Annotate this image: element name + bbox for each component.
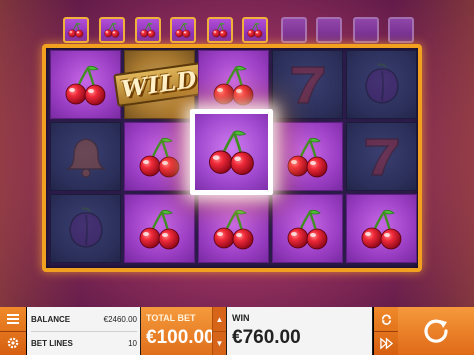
bell-icon [62, 133, 110, 181]
cherry-collection-bar [63, 14, 418, 44]
bet-increase-button[interactable]: ▲ [213, 307, 226, 332]
cherry-icon [62, 61, 110, 109]
cherry-icon [136, 205, 184, 253]
collection-slot-filled [242, 17, 268, 43]
gear-icon [7, 337, 19, 349]
autoplay-turbo-group [373, 307, 398, 355]
total-bet-label: TOTAL BET [146, 313, 196, 323]
collection-slot-empty [388, 17, 414, 43]
win-panel: WIN €760.00 [227, 307, 372, 355]
fast-forward-icon [379, 336, 393, 350]
spin-button[interactable] [398, 307, 474, 355]
spin-icon [424, 319, 448, 343]
reel-cell-seven [346, 122, 417, 191]
plum-icon [62, 205, 110, 253]
total-bet-value: €100.00 [146, 327, 215, 348]
balance-label: BALANCE [31, 314, 71, 324]
collection-slot-filled [63, 17, 89, 43]
cherry-icon [246, 21, 264, 39]
cherry-icon [284, 133, 332, 181]
cherry-icon [210, 61, 258, 109]
seven-icon [284, 61, 332, 109]
wild-label: WILD [113, 61, 206, 108]
reel-cell-plum [50, 194, 121, 263]
cherry-icon [174, 21, 192, 39]
cherry-icon [136, 133, 184, 181]
bet-decrease-button[interactable]: ▼ [213, 331, 226, 355]
autoplay-icon [381, 313, 391, 325]
bet-lines-label: BET LINES [31, 338, 73, 348]
collection-slot-filled [207, 17, 233, 43]
reel-cell-wild: WILD [113, 50, 206, 119]
balance-value: €2460.00 [103, 314, 137, 324]
cherry-icon [103, 21, 121, 39]
reel-cell-bell [50, 122, 121, 191]
cherry-icon [210, 205, 258, 253]
cherry-icon [284, 205, 332, 253]
plum-icon [358, 61, 406, 109]
reel-cell-cherry [272, 194, 343, 263]
menu-settings-group [0, 307, 27, 355]
cherry-icon [358, 205, 406, 253]
collection-slot-filled [135, 17, 161, 43]
collection-slot-filled [170, 17, 196, 43]
cherry-icon [205, 125, 259, 179]
turbo-button[interactable] [374, 331, 398, 355]
chevron-up-icon: ▲ [215, 314, 224, 324]
total-bet-panel: TOTAL BET €100.00 ▲ ▼ [141, 307, 226, 355]
bet-lines-row: BET LINES 10 [31, 331, 137, 355]
collection-slot-empty [316, 17, 342, 43]
collection-slot-empty [353, 17, 379, 43]
bet-lines-value: 10 [128, 338, 137, 348]
menu-button[interactable] [0, 307, 26, 332]
settings-button[interactable] [0, 331, 26, 355]
reel-cell-seven [272, 50, 343, 119]
highlighted-winning-symbol [190, 109, 273, 195]
cherry-icon [67, 21, 85, 39]
reel-cell-cherry [346, 194, 417, 263]
autoplay-button[interactable] [374, 307, 398, 332]
seven-icon [358, 133, 406, 181]
reel-cell-cherry [198, 194, 269, 263]
balance-row: BALANCE €2460.00 [31, 307, 137, 332]
bet-adjust: ▲ ▼ [212, 307, 226, 355]
reel-cell-cherry [50, 50, 121, 119]
reel-cell-cherry [124, 194, 195, 263]
cherry-icon [211, 21, 229, 39]
balance-panel: BALANCE €2460.00 BET LINES 10 [27, 307, 140, 355]
chevron-down-icon: ▼ [215, 338, 224, 348]
cherry-icon [139, 21, 157, 39]
reel-cell-cherry [272, 122, 343, 191]
menu-icon [7, 314, 19, 324]
collection-slot-empty [281, 17, 307, 43]
collection-slot-filled [99, 17, 125, 43]
reel-cell-plum [346, 50, 417, 119]
reel-cell-cherry [124, 122, 195, 191]
win-label: WIN [232, 313, 250, 323]
control-bar: BALANCE €2460.00 BET LINES 10 TOTAL BET … [0, 307, 474, 355]
win-value: €760.00 [232, 327, 301, 348]
